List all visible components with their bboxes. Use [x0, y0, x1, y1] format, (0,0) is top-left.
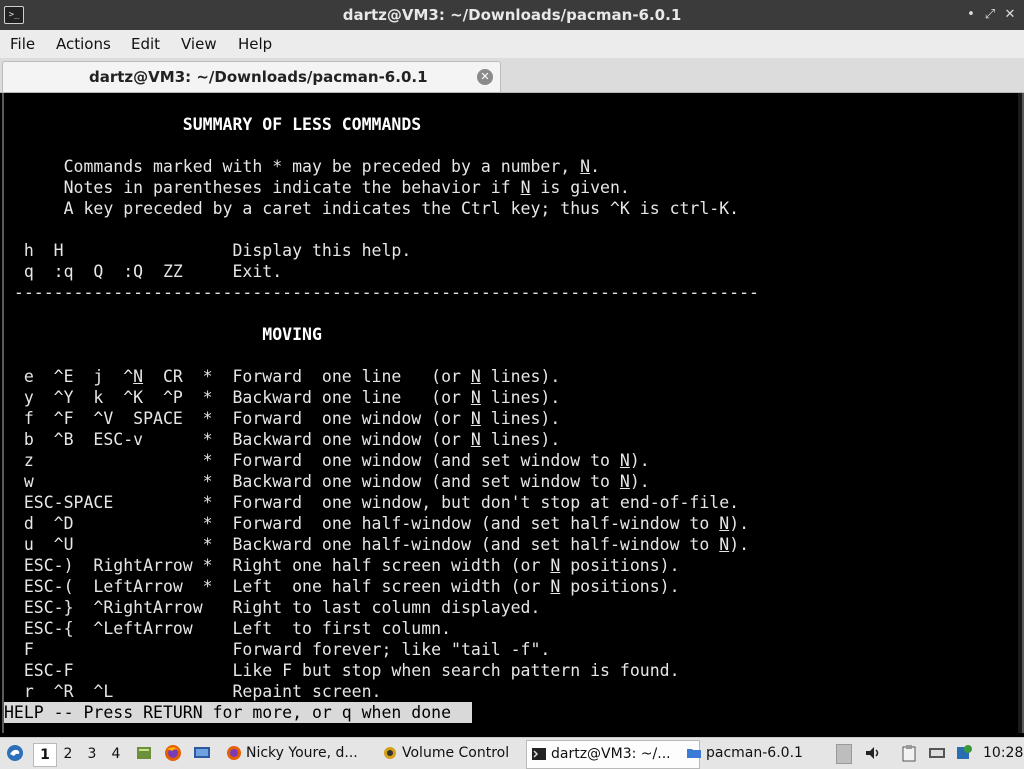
- file-manager-launcher-icon[interactable]: [135, 744, 153, 762]
- terminal-icon: [532, 748, 546, 760]
- task-label: pacman-6.0.1: [706, 745, 803, 761]
- menu-actions[interactable]: Actions: [56, 30, 111, 58]
- task-label: Nicky Youre, d...: [246, 745, 358, 761]
- workspace-1[interactable]: 1: [33, 743, 57, 767]
- menu-view[interactable]: View: [181, 30, 217, 58]
- terminal-cursor: [460, 704, 470, 723]
- terminal-line: b ^B ESC-v * Backward one window (or N l…: [4, 430, 561, 449]
- terminal-scrollbar[interactable]: [1018, 93, 1022, 733]
- task-label: dartz@VM3: ~/...: [551, 746, 671, 762]
- workspace-4[interactable]: 4: [105, 743, 127, 765]
- workspace-2[interactable]: 2: [57, 743, 79, 765]
- tab-bar: dartz@VM3: ~/Downloads/pacman-6.0.1 ✕: [0, 58, 1024, 93]
- tray-scroll-icon[interactable]: [836, 744, 852, 764]
- task-label: Volume Control: [402, 745, 510, 761]
- terminal-line: d ^D * Forward one half-window (and set …: [4, 514, 750, 533]
- volume-icon[interactable]: [864, 744, 882, 762]
- terminal-line: ESC-} ^RightArrow Right to last column d…: [4, 598, 541, 617]
- maximize-icon[interactable]: ⤢: [981, 6, 999, 24]
- terminal-line: ESC-SPACE * Forward one window, but don'…: [4, 493, 740, 512]
- window-title: dartz@VM3: ~/Downloads/pacman-6.0.1: [342, 6, 682, 24]
- terminal-line: r ^R ^L Repaint screen.: [4, 682, 382, 701]
- close-icon[interactable]: ✕: [1001, 6, 1019, 24]
- task-volume-control[interactable]: Volume Control: [378, 740, 540, 767]
- terminal-line: SUMMARY OF LESS COMMANDS: [4, 115, 422, 134]
- terminal-line: Notes in parentheses indicate the behavi…: [4, 178, 630, 197]
- show-desktop-icon[interactable]: [193, 744, 211, 762]
- task-file-manager[interactable]: pacman-6.0.1: [682, 740, 834, 767]
- firefox-icon: [227, 746, 241, 760]
- terminal-line: ----------------------------------------…: [4, 283, 759, 302]
- terminal-line: MOVING: [4, 325, 322, 344]
- start-menu-icon[interactable]: [6, 744, 24, 762]
- task-firefox[interactable]: Nicky Youre, d...: [222, 740, 396, 767]
- terminal-line: q :q Q :Q ZZ Exit.: [4, 262, 283, 281]
- terminal-line: ESC-( LeftArrow * Left one half screen w…: [4, 577, 680, 596]
- menu-file[interactable]: File: [10, 30, 35, 58]
- terminal-tab[interactable]: dartz@VM3: ~/Downloads/pacman-6.0.1 ✕: [2, 61, 501, 92]
- menu-help[interactable]: Help: [238, 30, 272, 58]
- terminal-line: h H Display this help.: [4, 241, 412, 260]
- terminal-line: z * Forward one window (and set window t…: [4, 451, 650, 470]
- minimize-icon[interactable]: •: [962, 6, 980, 24]
- terminal-view[interactable]: SUMMARY OF LESS COMMANDS Commands marked…: [2, 93, 1024, 733]
- terminal-line: u ^U * Backward one half-window (and set…: [4, 535, 750, 554]
- less-status-prompt: HELP -- Press RETURN for more, or q when…: [4, 702, 472, 723]
- tab-close-icon[interactable]: ✕: [477, 69, 493, 85]
- terminal-line: A key preceded by a caret indicates the …: [4, 199, 740, 218]
- terminal-line: F Forward forever; like "tail -f".: [4, 640, 551, 659]
- folder-icon: [687, 749, 701, 758]
- network-icon[interactable]: [928, 744, 946, 762]
- clock[interactable]: 10:28: [983, 738, 1023, 769]
- task-terminal[interactable]: dartz@VM3: ~/...: [526, 740, 700, 769]
- terminal-line: w * Backward one window (and set window …: [4, 472, 650, 491]
- workspace-3[interactable]: 3: [81, 743, 103, 765]
- terminal-line: e ^E j ^N CR * Forward one line (or N li…: [4, 367, 561, 386]
- clipboard-icon[interactable]: [900, 744, 918, 762]
- menu-bar: File Actions Edit View Help: [0, 30, 1024, 58]
- terminal-line: ESC-) RightArrow * Right one half screen…: [4, 556, 680, 575]
- volume-control-icon: [384, 747, 396, 759]
- firefox-launcher-icon[interactable]: [164, 744, 182, 762]
- terminal-line: f ^F ^V SPACE * Forward one window (or N…: [4, 409, 561, 428]
- terminal-line: ESC-{ ^LeftArrow Left to first column.: [4, 619, 452, 638]
- window-titlebar[interactable]: >_ dartz@VM3: ~/Downloads/pacman-6.0.1 •…: [0, 0, 1024, 30]
- taskbar: 1 2 3 4 Nicky Youre, d... Volume Control…: [0, 737, 1024, 769]
- terminal-line: Commands marked with * may be preceded b…: [4, 157, 601, 176]
- terminal-line: y ^Y k ^K ^P * Backward one line (or N l…: [4, 388, 561, 407]
- terminal-output: SUMMARY OF LESS COMMANDS Commands marked…: [4, 114, 759, 702]
- update-notifier-icon[interactable]: [955, 744, 973, 762]
- tab-label: dartz@VM3: ~/Downloads/pacman-6.0.1: [89, 68, 428, 86]
- terminal-line: ESC-F Like F but stop when search patter…: [4, 661, 680, 680]
- menu-edit[interactable]: Edit: [131, 30, 160, 58]
